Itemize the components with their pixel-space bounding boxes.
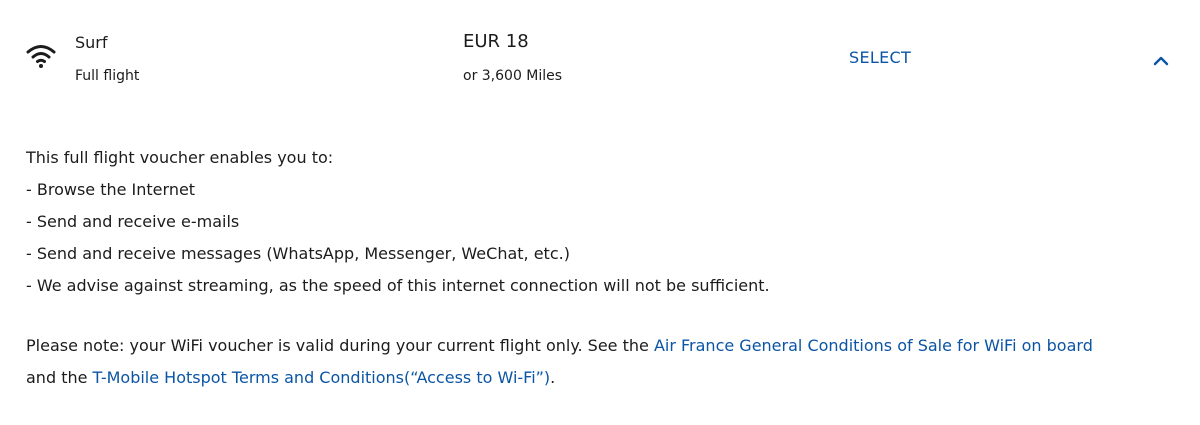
air-france-conditions-link[interactable]: Air France General Conditions of Sale fo…: [654, 336, 1093, 355]
note-middle: and the: [26, 368, 93, 387]
feature-item: - Send and receive e-mails: [26, 212, 240, 231]
price-euro: EUR 18: [463, 31, 529, 52]
voucher-description: This full flight voucher enables you to:…: [26, 142, 1176, 302]
plan-name: Surf: [75, 33, 108, 52]
wifi-offer-panel: Surf Full flight EUR 18 or 3,600 Miles S…: [0, 0, 1200, 425]
chevron-up-icon[interactable]: [1150, 50, 1172, 72]
note-prefix: Please note: your WiFi voucher is valid …: [26, 336, 654, 355]
terms-note: Please note: your WiFi voucher is valid …: [26, 330, 1186, 394]
description-intro: This full flight voucher enables you to:: [26, 148, 334, 167]
feature-item: - Send and receive messages (WhatsApp, M…: [26, 244, 570, 263]
feature-item: - Browse the Internet: [26, 180, 196, 199]
wifi-icon: [26, 45, 56, 68]
t-mobile-terms-link[interactable]: T-Mobile Hotspot Terms and Conditions(“A…: [93, 368, 551, 387]
price-miles: or 3,600 Miles: [463, 68, 563, 84]
feature-item: - We advise against streaming, as the sp…: [26, 276, 770, 295]
select-button[interactable]: SELECT: [849, 48, 911, 68]
note-suffix: .: [550, 368, 556, 387]
plan-duration: Full flight: [75, 68, 140, 84]
